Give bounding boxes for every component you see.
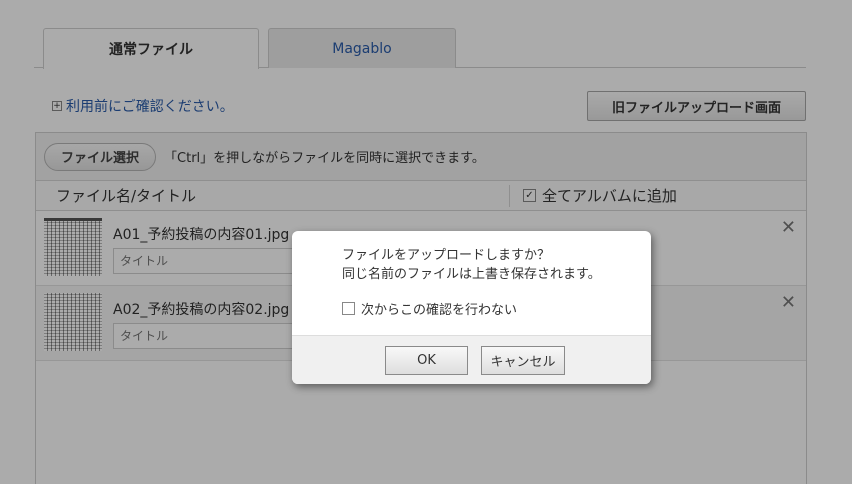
upload-confirm-dialog: ファイルをアップロードしますか？ 同じ名前のファイルは上書き保存されます。 次か…: [292, 231, 651, 384]
cancel-button[interactable]: キャンセル: [481, 346, 565, 375]
dialog-line-2: 同じ名前のファイルは上書き保存されます。: [342, 267, 601, 282]
ok-button[interactable]: OK: [385, 346, 468, 375]
dialog-line-1: ファイルをアップロードしますか？: [342, 248, 551, 263]
dialog-footer: OK キャンセル: [292, 335, 651, 384]
dont-ask-again-checkbox[interactable]: 次からこの確認を行わない: [342, 299, 517, 318]
dialog-message: ファイルをアップロードしますか？ 同じ名前のファイルは上書き保存されます。: [342, 246, 601, 284]
dont-ask-again-label: 次からこの確認を行わない: [361, 303, 518, 318]
checkbox-icon[interactable]: [342, 302, 355, 315]
